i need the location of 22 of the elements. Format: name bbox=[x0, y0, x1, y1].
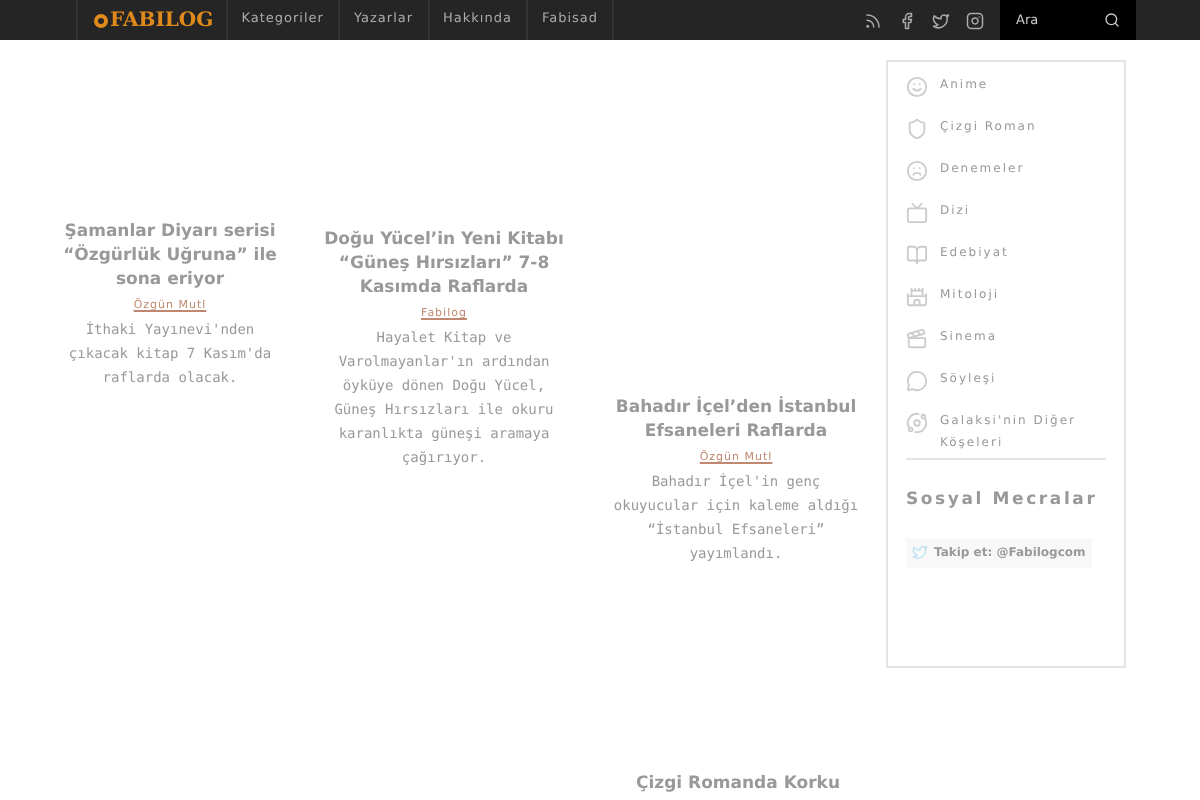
logo-ring-icon bbox=[94, 13, 108, 27]
category-icon bbox=[906, 244, 928, 266]
post-title[interactable]: Şamanlar Diyarı serisi “Özgürlük Uğruna” ile sona eriyor bbox=[60, 220, 280, 292]
category-icon bbox=[906, 202, 928, 224]
instagram-icon[interactable] bbox=[966, 11, 984, 29]
post-title[interactable]: Bahadır İçel’den İstanbul Efsaneleri Raflarda bbox=[608, 396, 864, 444]
search-icon[interactable] bbox=[1104, 12, 1120, 28]
facebook-icon[interactable] bbox=[898, 11, 916, 29]
category-icon bbox=[906, 76, 928, 98]
twitter-icon[interactable] bbox=[932, 11, 950, 29]
category-icon bbox=[906, 328, 928, 350]
rss-icon[interactable] bbox=[864, 11, 882, 29]
twitter-icon bbox=[912, 544, 928, 561]
category-icon bbox=[906, 160, 928, 182]
category-icon bbox=[906, 118, 928, 140]
category-icon bbox=[906, 286, 928, 308]
section-heading: Sosyal Mecralar bbox=[906, 488, 1100, 514]
logo[interactable]: FABILOG bbox=[76, 0, 228, 40]
category-icon bbox=[906, 370, 928, 392]
category-icon bbox=[906, 412, 928, 434]
post-title[interactable]: Çizgi Romanda Korku bbox=[620, 772, 856, 798]
post-title[interactable]: Doğu Yücel’in Yeni Kitabı “Güneş Hırsızları” 7-8 Kasımda Raflarda bbox=[324, 228, 564, 300]
